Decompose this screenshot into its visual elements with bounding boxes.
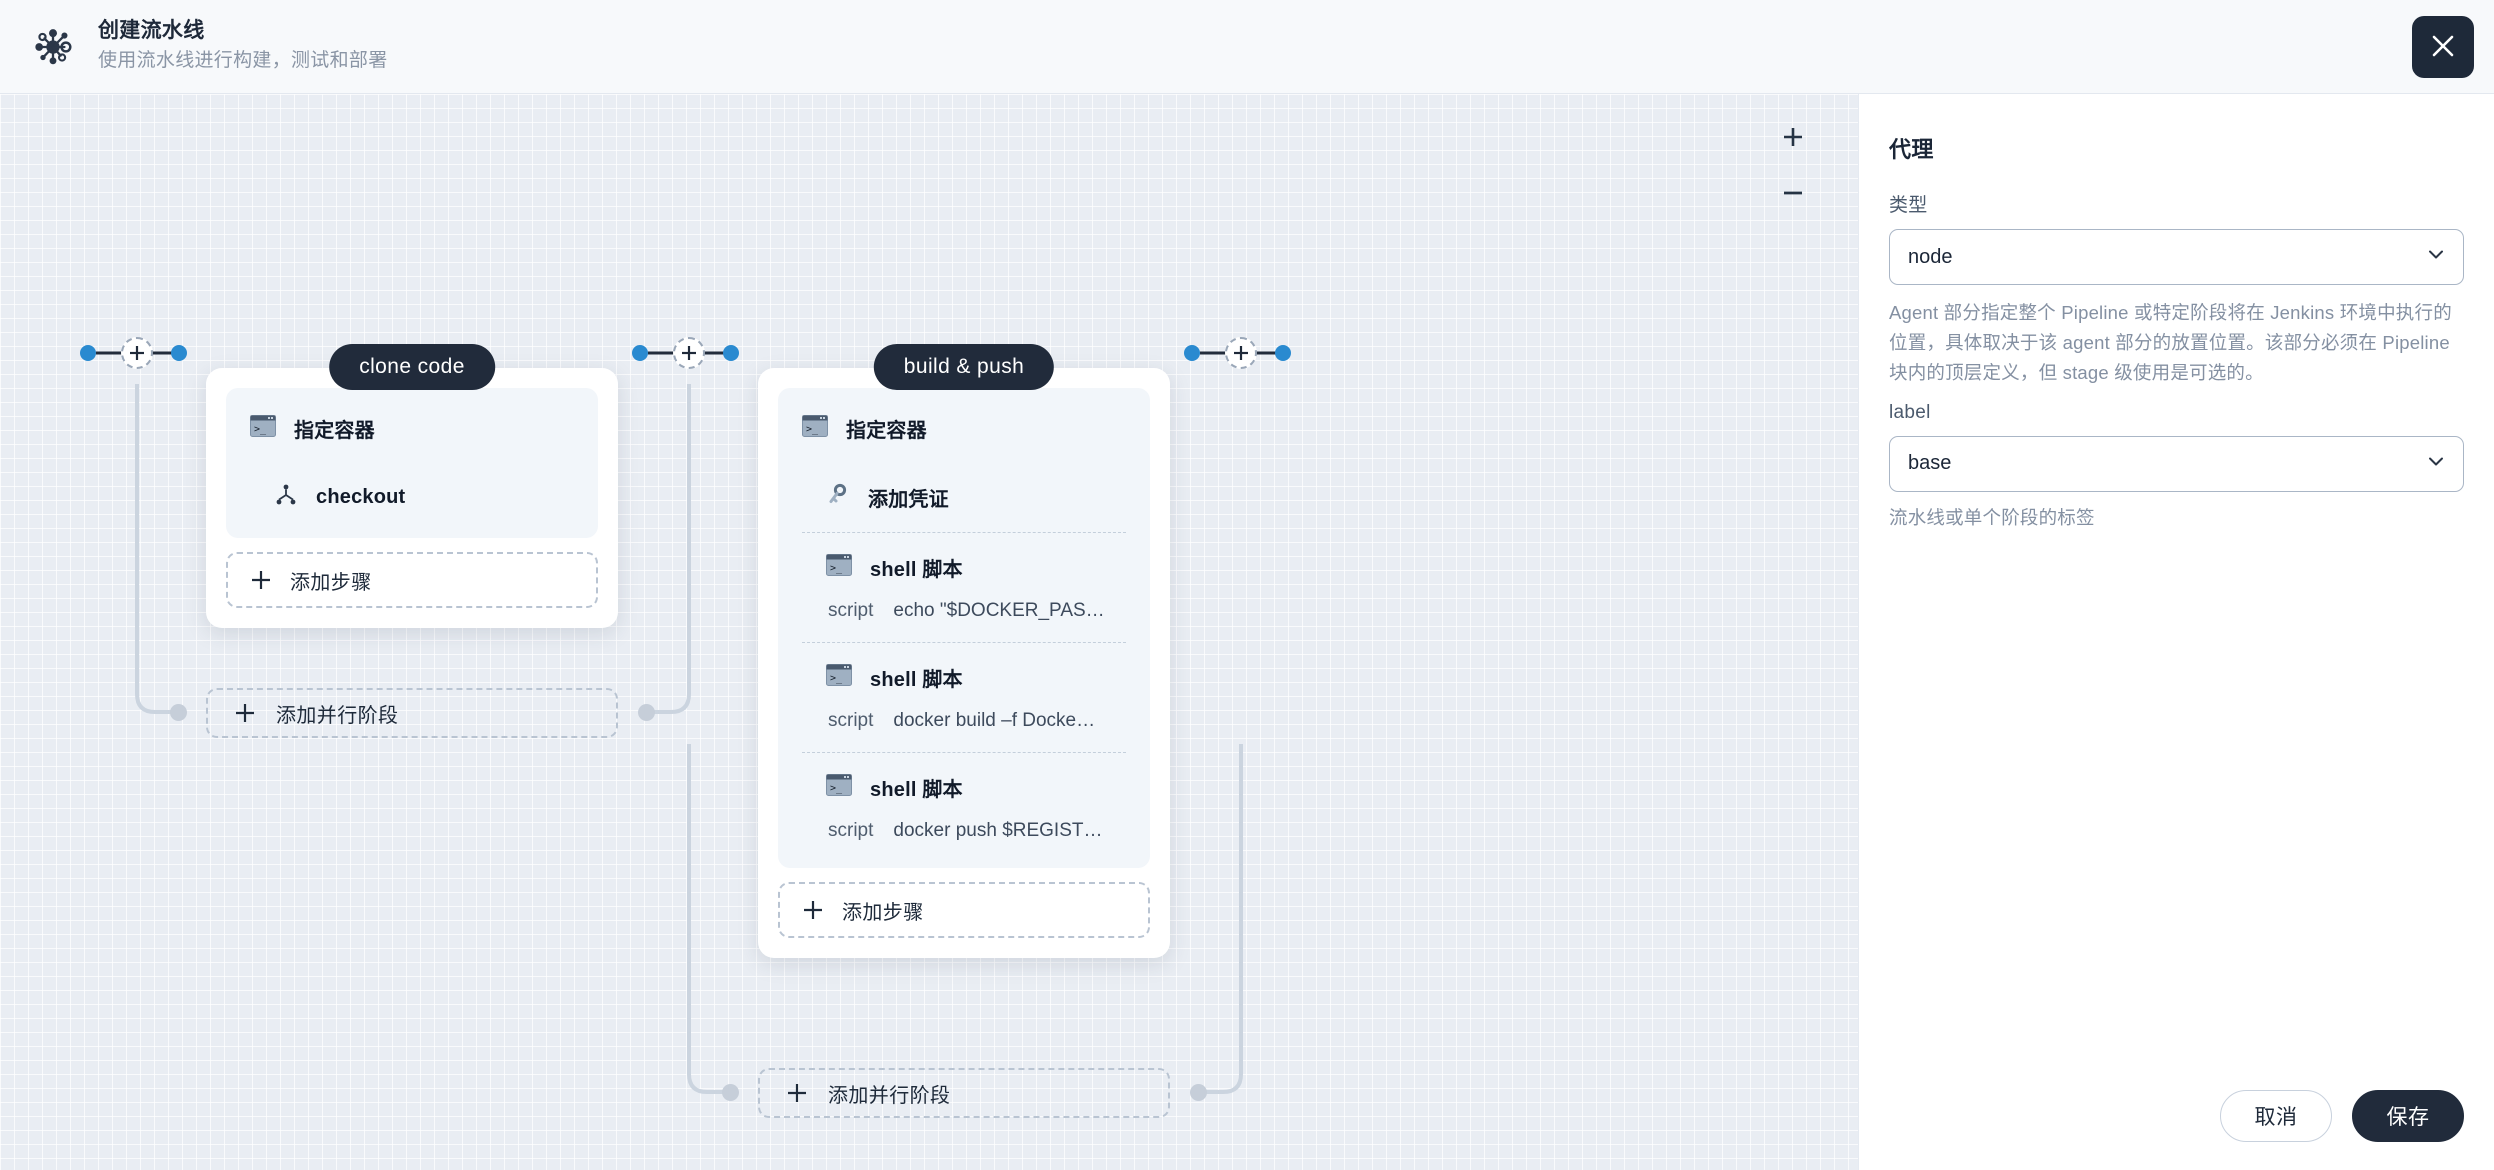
stage-steps-list: >_ 指定容器 — [778, 388, 1150, 868]
svg-text:>_: >_ — [806, 424, 819, 435]
stage-name-chip[interactable]: build & push — [873, 344, 1055, 390]
step-param-value: echo "$DOCKER_PAS… — [893, 600, 1105, 621]
add-step-button[interactable]: 添加步骤 — [226, 552, 598, 608]
step-param-value: docker build –f Docke… — [893, 710, 1096, 731]
add-parallel-stage-button-1[interactable]: 添加并行阶段 — [206, 688, 618, 738]
add-step-button[interactable]: 添加步骤 — [778, 882, 1150, 938]
page-title: 创建流水线 — [98, 19, 205, 43]
close-icon — [2430, 33, 2456, 62]
connector-dot-blue[interactable] — [723, 345, 739, 361]
stage-build-push: build & push >_ 指定容器 添加凭证 >_ shell 脚本 sc… — [758, 344, 1170, 958]
step-param-key: script — [828, 710, 874, 731]
svg-text:>_: >_ — [254, 424, 267, 435]
create-pipeline-modal: 创建流水线 使用流水线进行构建，测试和部署 clone code >_ 指定容器… — [0, 0, 2494, 1170]
step-title: checkout — [316, 486, 406, 508]
step-title: 指定容器 — [846, 420, 927, 442]
git-branch-icon — [274, 483, 298, 512]
plus-icon — [1784, 128, 1802, 146]
label-select[interactable]: base — [1889, 435, 2464, 492]
type-select[interactable]: node — [1889, 229, 2464, 285]
plus-icon — [788, 1084, 806, 1102]
pipeline-canvas[interactable]: clone code >_ 指定容器 checkout 添加步骤 添加并行阶段 … — [0, 94, 1858, 1170]
step-item-container[interactable]: >_ 指定容器 — [778, 394, 1150, 463]
plus-icon — [682, 346, 696, 360]
add-stage-node-2[interactable] — [673, 337, 705, 369]
terminal-icon: >_ — [250, 415, 276, 442]
agent-config-panel: 代理 类型 node Agent 部分指定整个 Pipeline 或特定阶段将在… — [1858, 94, 2494, 1170]
plus-icon — [236, 704, 254, 722]
type-select-wrapper: node — [1889, 229, 2464, 285]
step-title: 添加凭证 — [868, 489, 949, 511]
type-help-text: Agent 部分指定整个 Pipeline 或特定阶段将在 Jenkins 环境… — [1889, 302, 2452, 383]
save-button[interactable]: 保存 — [2352, 1090, 2464, 1142]
pipeline-hub-icon — [30, 24, 76, 70]
step-item-shell-1[interactable]: >_ shell 脚本 script echo "$DOCKER_PAS… — [778, 533, 1150, 642]
branch-endpoint-dot[interactable] — [638, 704, 655, 721]
terminal-icon: >_ — [802, 415, 828, 442]
panel-body: 代理 类型 node Agent 部分指定整个 Pipeline 或特定阶段将在… — [1859, 94, 2494, 1068]
step-param-value: docker push $REGIST… — [893, 820, 1103, 841]
branch-endpoint-dot[interactable] — [1190, 1084, 1207, 1101]
stage-steps-list: >_ 指定容器 — [226, 388, 598, 538]
key-icon — [826, 483, 850, 512]
stage-card[interactable]: >_ 指定容器 — [206, 368, 618, 628]
connector-dot-blue[interactable] — [171, 345, 187, 361]
zoom-in-button[interactable] — [1773, 114, 1813, 160]
step-param-key: script — [828, 600, 874, 621]
add-parallel-stage-button-2[interactable]: 添加并行阶段 — [758, 1068, 1170, 1118]
plus-icon — [252, 571, 270, 589]
minus-icon — [1784, 191, 1802, 195]
step-item-shell-3[interactable]: >_ shell 脚本 script docker push $REGIST… — [778, 753, 1150, 862]
step-title: 指定容器 — [294, 420, 375, 442]
branch-endpoint-dot[interactable] — [722, 1084, 739, 1101]
add-stage-node-3[interactable] — [1225, 337, 1257, 369]
stage-card[interactable]: >_ 指定容器 — [758, 368, 1170, 958]
step-item-container[interactable]: >_ 指定容器 — [226, 394, 598, 463]
step-title: shell 脚本 — [870, 559, 963, 581]
plus-icon — [804, 901, 822, 919]
step-item-shell-2[interactable]: >_ shell 脚本 script docker build –f Docke… — [778, 643, 1150, 752]
panel-title: 代理 — [1889, 137, 1934, 162]
terminal-icon: >_ — [826, 554, 852, 581]
add-step-label: 添加步骤 — [290, 571, 372, 594]
add-step-label: 添加步骤 — [842, 901, 924, 924]
label-field-label: label — [1889, 401, 1931, 423]
step-item-credentials[interactable]: 添加凭证 — [778, 463, 1150, 532]
svg-text:>_: >_ — [830, 563, 843, 574]
add-stage-node-1[interactable] — [121, 337, 153, 369]
connector-dot-blue[interactable] — [632, 345, 648, 361]
step-title: shell 脚本 — [870, 779, 963, 801]
modal-header: 创建流水线 使用流水线进行构建，测试和部署 — [0, 0, 2494, 94]
step-param-key: script — [828, 820, 874, 841]
plus-icon — [1234, 346, 1248, 360]
close-button[interactable] — [2412, 16, 2474, 78]
header-text-block: 创建流水线 使用流水线进行构建，测试和部署 — [98, 17, 388, 76]
plus-icon — [130, 346, 144, 360]
modal-body: clone code >_ 指定容器 checkout 添加步骤 添加并行阶段 … — [0, 94, 2494, 1170]
label-hint-text: 流水线或单个阶段的标签 — [1889, 506, 2095, 528]
branch-endpoint-dot[interactable] — [170, 704, 187, 721]
panel-footer: 取消 保存 — [1859, 1068, 2494, 1170]
step-title: shell 脚本 — [870, 669, 963, 691]
connector-dot-blue[interactable] — [80, 345, 96, 361]
terminal-icon: >_ — [826, 664, 852, 691]
add-parallel-stage-label: 添加并行阶段 — [276, 704, 399, 727]
stage-name-chip[interactable]: clone code — [329, 344, 495, 390]
zoom-controls — [1773, 114, 1813, 216]
svg-text:>_: >_ — [830, 783, 843, 794]
svg-text:>_: >_ — [830, 673, 843, 684]
step-item-checkout[interactable]: checkout — [226, 463, 598, 532]
page-subtitle: 使用流水线进行构建，测试和部署 — [98, 50, 388, 72]
connector-dot-blue[interactable] — [1275, 345, 1291, 361]
type-field-label: 类型 — [1889, 195, 1928, 216]
zoom-out-button[interactable] — [1773, 170, 1813, 216]
cancel-button[interactable]: 取消 — [2220, 1090, 2332, 1142]
label-select-wrapper: base — [1889, 435, 2464, 492]
terminal-icon: >_ — [826, 774, 852, 801]
stage-clone-code: clone code >_ 指定容器 checkout 添加步骤 — [206, 344, 618, 628]
add-parallel-stage-label: 添加并行阶段 — [828, 1084, 951, 1107]
connector-dot-blue[interactable] — [1184, 345, 1200, 361]
